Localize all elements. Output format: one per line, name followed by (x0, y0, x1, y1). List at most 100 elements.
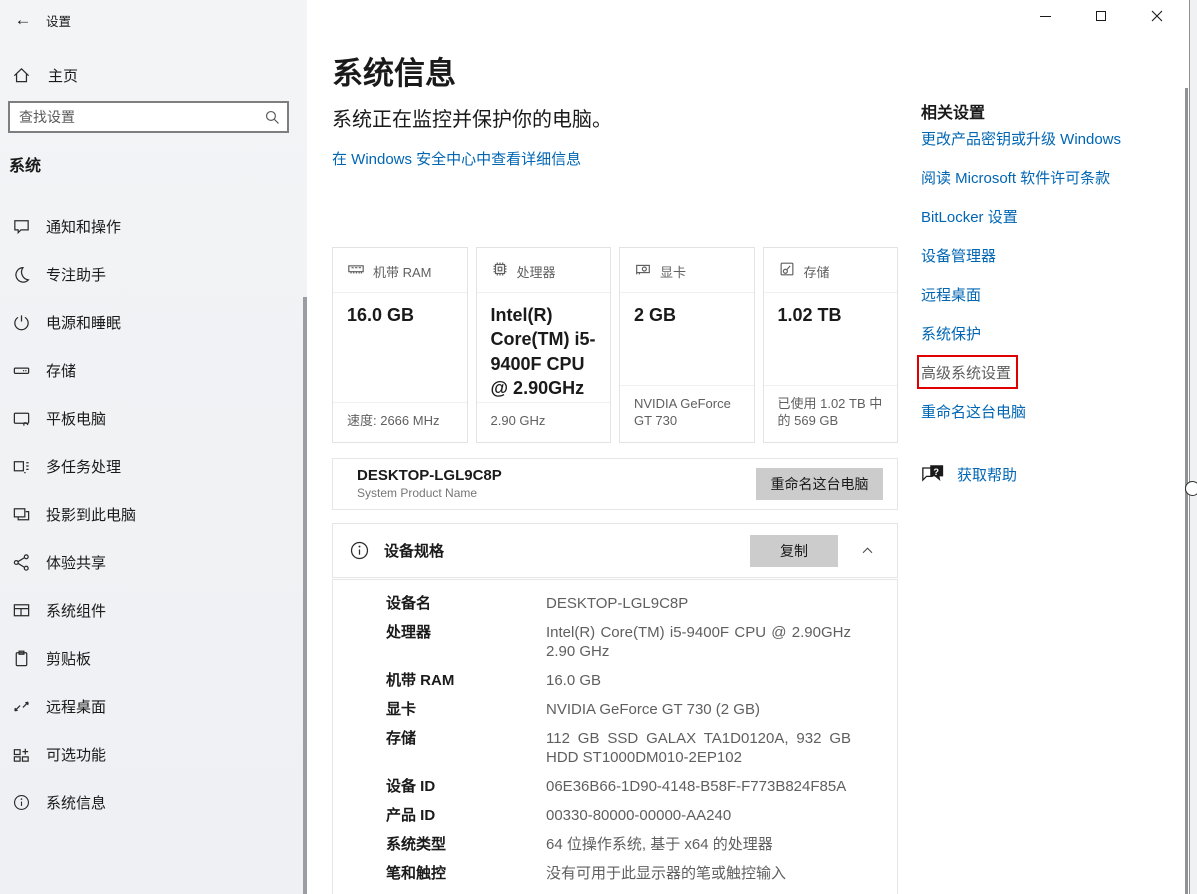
components-icon (10, 599, 32, 621)
sidebar-item[interactable]: 平板电脑 (0, 394, 298, 442)
app-title: 设置 (46, 11, 71, 30)
search-input[interactable] (10, 109, 257, 125)
sidebar-item[interactable]: 投影到此电脑 (0, 490, 298, 538)
clipboard-icon (10, 647, 32, 669)
security-center-link[interactable]: 在 Windows 安全中心中查看详细信息 (332, 148, 581, 169)
info-icon (349, 540, 370, 561)
sidebar-item[interactable]: 系统信息 (0, 778, 298, 826)
card-value: 1.02 TB (764, 293, 898, 327)
sidebar-item[interactable]: 专注助手 (0, 250, 298, 298)
sidebar-nav: 通知和操作专注助手电源和睡眠存储平板电脑多任务处理投影到此电脑体验共享系统组件剪… (0, 202, 298, 826)
collapse-button[interactable] (860, 543, 875, 558)
sidebar-item[interactable]: 可选功能 (0, 730, 298, 778)
card-header: 处理器 (477, 248, 611, 293)
related-link-highlighted[interactable]: 高级系统设置 (921, 362, 1011, 383)
storage-icon (778, 260, 796, 283)
page-title: 系统信息 (332, 48, 456, 93)
sidebar-item-label: 平板电脑 (46, 408, 106, 429)
device-specs-panel: 设备名DESKTOP-LGL9C8P处理器Intel(R) Core(TM) i… (332, 579, 898, 894)
spec-label: 存储 (386, 729, 546, 767)
related-link[interactable]: 系统保护 (921, 323, 981, 344)
sidebar-item-label: 系统信息 (46, 792, 106, 813)
related-link[interactable]: 设备管理器 (921, 245, 996, 266)
related-link[interactable]: 更改产品密钥或升级 Windows (921, 128, 1121, 149)
sidebar-item-label: 专注助手 (46, 264, 106, 285)
minimize-button[interactable] (1017, 0, 1073, 32)
related-link-item: 更改产品密钥或升级 Windows (921, 128, 1121, 167)
sidebar-item[interactable]: 存储 (0, 346, 298, 394)
spec-label: 笔和触控 (386, 864, 546, 883)
card-value: 2 GB (620, 293, 754, 327)
related-link-item: 重命名这台电脑 (921, 401, 1121, 440)
spec-label: 产品 ID (386, 806, 546, 825)
sidebar-item-label: 体验共享 (46, 552, 106, 573)
related-link-item: 高级系统设置 (921, 362, 1121, 401)
device-specs-header[interactable]: 设备规格 复制 (332, 523, 898, 578)
back-button[interactable]: ← (0, 10, 46, 30)
summary-card: 机带 RAM16.0 GB速度: 2666 MHz (332, 247, 468, 443)
related-link[interactable]: 重命名这台电脑 (921, 401, 1026, 422)
device-name-block: DESKTOP-LGL9C8P System Product Name (357, 466, 502, 501)
related-link[interactable]: BitLocker 设置 (921, 206, 1018, 227)
device-specs-title: 设备规格 (384, 540, 444, 561)
sidebar-item[interactable]: 多任务处理 (0, 442, 298, 490)
card-footer: 2.90 GHz (477, 402, 611, 442)
sidebar-scrollbar[interactable] (303, 297, 307, 894)
spec-value: 16.0 GB (546, 671, 851, 690)
sidebar: ← 设置 主页 系统 通知和操作专注助手电源和睡眠存储平板电脑多任务处理投影到此… (0, 0, 307, 894)
close-icon (1151, 10, 1163, 22)
maximize-button[interactable] (1073, 0, 1129, 32)
spec-row: 机带 RAM16.0 GB (333, 671, 897, 690)
related-settings-header: 相关设置 (921, 99, 985, 123)
sidebar-item-home[interactable]: 主页 (0, 57, 298, 93)
related-link-item: 远程桌面 (921, 284, 1121, 323)
search-icon[interactable] (257, 109, 287, 126)
spec-row: 存储112 GB SSD GALAX TA1D0120A, 932 GB HDD… (333, 729, 897, 767)
summary-card: 存储1.02 TB 已使用 1.02 TB 中的 569 GB (763, 247, 899, 443)
sidebar-item-label: 剪贴板 (46, 648, 91, 669)
close-button[interactable] (1129, 0, 1185, 32)
multitask-icon (10, 455, 32, 477)
crescent-moon-icon (10, 263, 32, 285)
sidebar-item[interactable]: 体验共享 (0, 538, 298, 586)
maximize-icon (1096, 11, 1106, 21)
spec-label: 机带 RAM (386, 671, 546, 690)
chevron-up-icon (860, 543, 875, 558)
spec-value: Intel(R) Core(TM) i5-9400F CPU @ 2.90GHz… (546, 623, 851, 661)
spec-value: DESKTOP-LGL9C8P (546, 594, 851, 613)
card-footer: 速度: 2666 MHz (333, 402, 467, 442)
card-header: 存储 (764, 248, 898, 293)
card-footer: 已使用 1.02 TB 中的 569 GB (764, 385, 898, 442)
get-help-link[interactable]: 获取帮助 (957, 464, 1017, 485)
system-cards: 机带 RAM16.0 GB速度: 2666 MHz处理器Intel(R) Cor… (332, 247, 898, 443)
share-icon (10, 551, 32, 573)
related-link[interactable]: 远程桌面 (921, 284, 981, 305)
related-link-item: 设备管理器 (921, 245, 1121, 284)
device-name-bar: DESKTOP-LGL9C8P System Product Name 重命名这… (332, 458, 898, 510)
sidebar-item[interactable]: 系统组件 (0, 586, 298, 634)
sidebar-item-label: 电源和睡眠 (46, 312, 121, 333)
device-product-name: System Product Name (357, 486, 502, 502)
spec-value: 00330-80000-00000-AA240 (546, 806, 851, 825)
get-help-row[interactable]: ? 获取帮助 (921, 464, 1017, 485)
sidebar-section-title: 系统 (9, 152, 41, 176)
card-header: 机带 RAM (333, 248, 467, 293)
power-icon (10, 311, 32, 333)
related-link[interactable]: 阅读 Microsoft 软件许可条款 (921, 167, 1110, 188)
sidebar-item[interactable]: 远程桌面 (0, 682, 298, 730)
device-name: DESKTOP-LGL9C8P (357, 466, 502, 486)
rename-pc-button[interactable]: 重命名这台电脑 (756, 468, 883, 500)
settings-window: ← 设置 主页 系统 通知和操作专注助手电源和睡眠存储平板电脑多任务处理投影到此… (0, 0, 1197, 894)
copy-button[interactable]: 复制 (750, 535, 838, 567)
spec-label: 系统类型 (386, 835, 546, 854)
related-link-item: BitLocker 设置 (921, 206, 1121, 245)
spec-row: 产品 ID00330-80000-00000-AA240 (333, 806, 897, 825)
spec-label: 显卡 (386, 700, 546, 719)
sidebar-item[interactable]: 电源和睡眠 (0, 298, 298, 346)
card-label: 显卡 (660, 262, 686, 281)
spec-label: 设备名 (386, 594, 546, 613)
sidebar-item-label: 投影到此电脑 (46, 504, 136, 525)
sidebar-item[interactable]: 通知和操作 (0, 202, 298, 250)
summary-card: 处理器Intel(R) Core(TM) i5-9400F CPU @ 2.90… (476, 247, 612, 443)
sidebar-item[interactable]: 剪贴板 (0, 634, 298, 682)
